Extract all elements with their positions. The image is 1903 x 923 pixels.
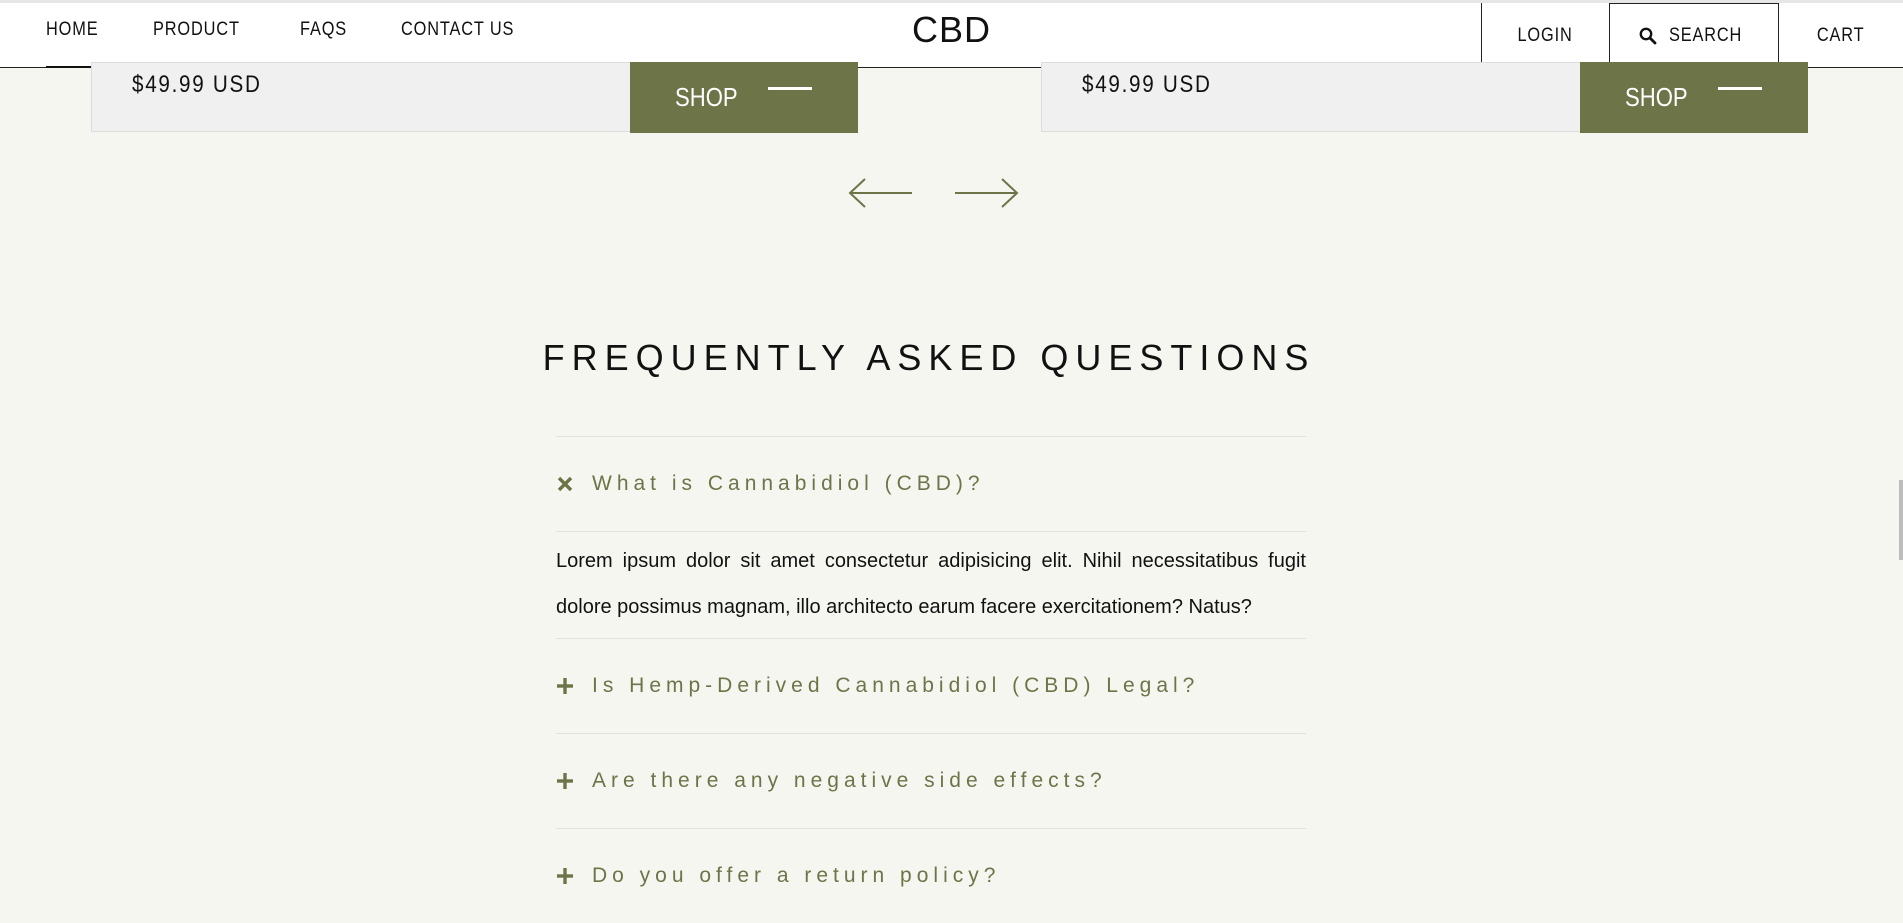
carousel-next-button[interactable] xyxy=(953,177,1019,214)
faq-question-toggle[interactable]: Do you offer a return policy? xyxy=(556,829,1306,923)
faq-question-toggle[interactable]: Are there any negative side effects? xyxy=(556,734,1306,828)
shop-button-label: SHOP xyxy=(675,82,738,112)
login-button[interactable]: LOGIN xyxy=(1481,3,1609,68)
shop-button-label: SHOP xyxy=(1625,82,1688,112)
shop-button[interactable]: SHOP xyxy=(630,62,858,133)
arrow-left-icon xyxy=(848,178,912,208)
cart-label: CART xyxy=(1817,24,1865,46)
carousel-prev-button[interactable] xyxy=(848,177,914,214)
faq-title: FREQUENTLY ASKED QUESTIONS xyxy=(542,337,1316,378)
search-label: SEARCH xyxy=(1669,25,1743,46)
dash-icon xyxy=(768,87,812,90)
product-card: $49.99 USD SHOP xyxy=(91,62,858,133)
login-label: LOGIN xyxy=(1517,24,1574,46)
search-button[interactable]: SEARCH xyxy=(1609,3,1779,68)
close-icon xyxy=(556,475,592,493)
faq-question: Are there any negative side effects? xyxy=(592,769,1107,792)
cart-button[interactable]: CART xyxy=(1779,3,1903,68)
plus-icon xyxy=(556,677,592,695)
faq-item: What is Cannabidiol (CBD)? Lorem ipsum d… xyxy=(556,436,1306,638)
faq-item: Is Hemp-Derived Cannabidiol (CBD) Legal? xyxy=(556,638,1306,733)
faq-answer: Lorem ipsum dolor sit amet consectetur a… xyxy=(556,531,1306,638)
product-price: $49.99 USD xyxy=(1082,71,1212,98)
faq-question: What is Cannabidiol (CBD)? xyxy=(592,472,985,495)
faq-list: What is Cannabidiol (CBD)? Lorem ipsum d… xyxy=(556,436,1306,923)
product-price: $49.99 USD xyxy=(132,71,262,98)
plus-icon xyxy=(556,772,592,790)
scrollbar-thumb[interactable] xyxy=(1899,480,1903,560)
top-navigation: HOME PRODUCT FAQS CONTACT US CBD LOGIN S… xyxy=(0,0,1903,68)
search-icon xyxy=(1640,27,1657,45)
faq-item: Are there any negative side effects? xyxy=(556,733,1306,828)
faq-item: Do you offer a return policy? xyxy=(556,828,1306,923)
faq-question: Do you offer a return policy? xyxy=(592,864,1001,887)
plus-icon xyxy=(556,867,592,885)
shop-button[interactable]: SHOP xyxy=(1580,62,1808,133)
faq-question: Is Hemp-Derived Cannabidiol (CBD) Legal? xyxy=(592,674,1200,697)
faq-question-toggle[interactable]: What is Cannabidiol (CBD)? xyxy=(556,437,1306,531)
dash-icon xyxy=(1718,87,1762,90)
product-card: $49.99 USD SHOP xyxy=(1041,62,1808,133)
faq-question-toggle[interactable]: Is Hemp-Derived Cannabidiol (CBD) Legal? xyxy=(556,639,1306,733)
nav-actions: LOGIN SEARCH CART xyxy=(1481,3,1903,68)
arrow-right-icon xyxy=(955,178,1019,208)
